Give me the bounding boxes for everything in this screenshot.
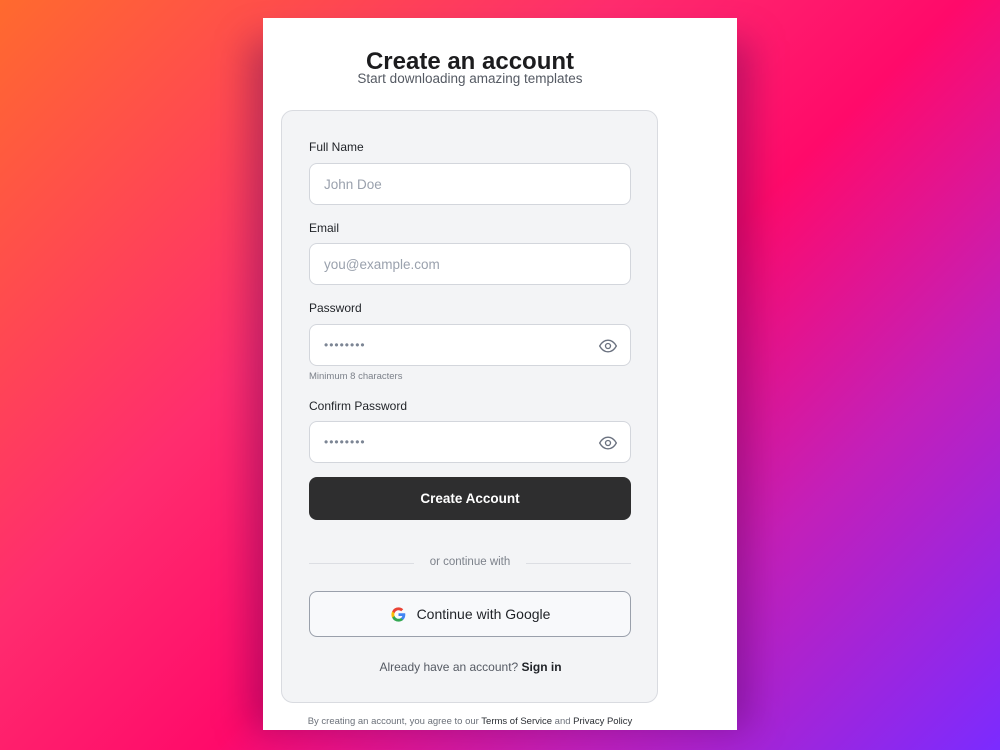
- signin-link[interactable]: Sign in: [522, 660, 562, 674]
- divider: or continue with: [309, 555, 631, 571]
- signup-card: Create an account Start downloading amaz…: [263, 18, 737, 730]
- divider-text: or continue with: [429, 556, 511, 568]
- confirm-password-value: ••••••••: [324, 435, 366, 449]
- email-placeholder: you@example.com: [324, 256, 440, 272]
- terms-notice: By creating an account, you agree to our…: [263, 716, 677, 727]
- signin-prompt: Already have an account?: [379, 660, 519, 674]
- terms-and: and: [554, 716, 571, 727]
- signup-form: Full Name John Doe Email you@example.com…: [281, 110, 658, 703]
- signin-row: Already have an account? Sign in: [282, 660, 659, 674]
- google-signin-button[interactable]: Continue with Google: [309, 591, 631, 637]
- google-button-label: Continue with Google: [416, 606, 551, 622]
- password-input[interactable]: ••••••••: [309, 324, 631, 366]
- email-label: Email: [309, 221, 340, 235]
- email-input[interactable]: you@example.com: [309, 243, 631, 285]
- eye-icon[interactable]: [598, 336, 618, 356]
- confirm-password-input[interactable]: ••••••••: [309, 421, 631, 463]
- full-name-input[interactable]: John Doe: [309, 163, 631, 205]
- password-hint: Minimum 8 characters: [309, 371, 403, 382]
- google-icon: [390, 606, 405, 622]
- password-value: ••••••••: [324, 338, 366, 352]
- terms-of-service-link[interactable]: Terms of Service: [481, 716, 552, 727]
- terms-prefix: By creating an account, you agree to our: [307, 716, 479, 727]
- create-account-button[interactable]: Create Account: [309, 477, 631, 520]
- full-name-label: Full Name: [309, 140, 364, 154]
- page-subtitle: Start downloading amazing templates: [357, 71, 583, 86]
- eye-icon[interactable]: [598, 433, 618, 453]
- password-label: Password: [309, 301, 362, 315]
- full-name-placeholder: John Doe: [324, 176, 382, 192]
- confirm-password-label: Confirm Password: [309, 399, 408, 413]
- privacy-policy-link[interactable]: Privacy Policy: [573, 716, 632, 727]
